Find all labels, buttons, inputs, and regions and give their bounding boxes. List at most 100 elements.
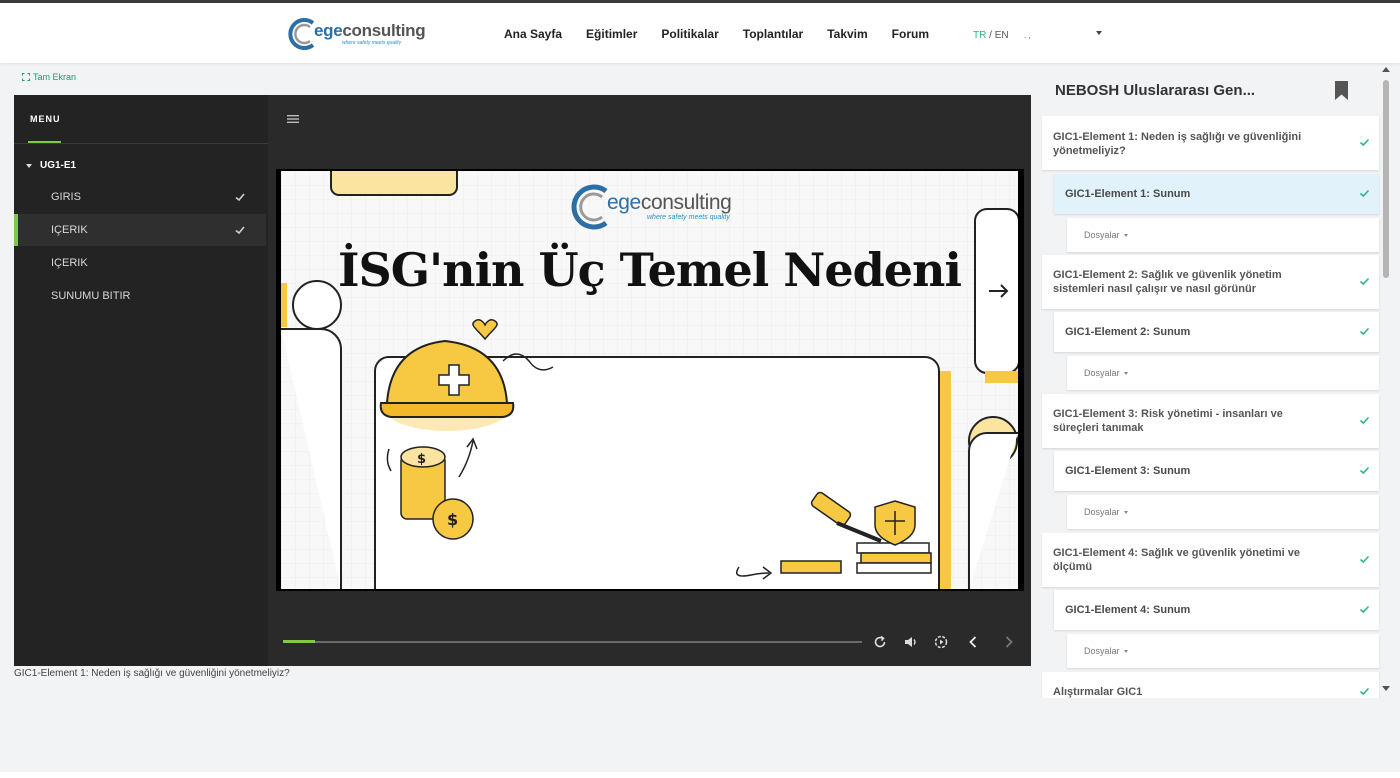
menu-item-giris[interactable]: GIRIS (14, 181, 266, 213)
files-dropdown-4[interactable]: Dosyalar (1067, 634, 1379, 668)
nav-takvim[interactable]: Takvim (827, 27, 867, 41)
speed-icon[interactable] (933, 634, 949, 650)
files-label: Dosyalar (1084, 507, 1120, 517)
lang-separator: / (986, 30, 995, 41)
check-icon (1359, 416, 1370, 425)
lang-tr[interactable]: TR (973, 30, 986, 41)
bookmark-icon[interactable] (1334, 81, 1349, 100)
sunum-label: GIC1-Element 1: Sunum (1065, 188, 1191, 200)
element-title: GIC1-Element 4: Sağlık ve güvenlik yönet… (1053, 547, 1300, 573)
sunum-row-2[interactable]: GIC1-Element 2: Sunum (1054, 312, 1379, 352)
caret-down-icon (1123, 649, 1128, 653)
user-name: . , (1024, 31, 1031, 40)
scrollbar-thumb[interactable] (1383, 80, 1389, 278)
slide-logo-prefix: ege (607, 191, 641, 214)
progress-fill (283, 640, 315, 643)
menu-item-label: GIRIS (51, 191, 81, 203)
fullscreen-link[interactable]: Tam Ekran (22, 72, 76, 82)
logo-tagline: where safety meets quality (342, 40, 402, 46)
lang-en[interactable]: EN (995, 30, 1009, 41)
prev-icon[interactable] (965, 634, 981, 650)
menu-group-label: UG1-E1 (40, 160, 77, 171)
check-icon (235, 226, 245, 235)
caret-down-icon (1123, 233, 1128, 237)
progress-bar[interactable] (283, 640, 862, 643)
element-row-3[interactable]: GIC1-Element 3: Risk yönetimi - insanlar… (1042, 394, 1379, 448)
volume-icon[interactable] (903, 634, 919, 650)
nav-egitimler[interactable]: Eğitimler (586, 27, 637, 41)
nav-ana-sayfa[interactable]: Ana Sayfa (504, 27, 562, 41)
element-title: GIC1-Element 1: Neden iş sağlığı ve güve… (1053, 131, 1302, 157)
course-title: NEBOSH Uluslararası Gen... (1055, 82, 1256, 99)
check-icon (1359, 327, 1370, 336)
files-label: Dosyalar (1084, 230, 1120, 240)
files-dropdown-1[interactable]: Dosyalar (1067, 218, 1379, 252)
sunum-row-1[interactable]: GIC1-Element 1: Sunum (1054, 174, 1379, 214)
scroll-down-icon[interactable] (1382, 686, 1390, 691)
nav-politikalar[interactable]: Politikalar (661, 27, 718, 41)
check-icon (1359, 687, 1370, 696)
svg-text:$: $ (417, 452, 426, 467)
menu-item-icerik-2[interactable]: IÇERIK (14, 247, 266, 279)
language-switcher: TR / EN (973, 30, 1009, 41)
caret-down-icon (1123, 371, 1128, 375)
menu-title[interactable]: MENU (30, 114, 61, 124)
files-dropdown-3[interactable]: Dosyalar (1067, 495, 1379, 529)
check-icon (1359, 277, 1370, 286)
scroll-up-icon[interactable] (1382, 67, 1390, 72)
bottom-strip (0, 772, 1400, 778)
sunum-label: GIC1-Element 2: Sunum (1065, 326, 1191, 338)
check-icon (1359, 189, 1370, 198)
course-player: MENU UG1-E1 GIRIS IÇERIK IÇERIK SUNUMU B… (14, 95, 1031, 666)
fullscreen-label: Tam Ekran (33, 72, 77, 82)
hamburger-icon[interactable] (287, 114, 299, 124)
replay-icon[interactable] (872, 634, 888, 650)
slide-caption: GIC1-Element 1: Neden iş sağlığı ve güve… (14, 668, 290, 679)
player-controls (268, 625, 1031, 655)
slide-title: İSG'nin Üç Temel Nedeni (338, 243, 962, 297)
slide-canvas: $ $ egeconsulting where safety meets qua… (281, 171, 1018, 589)
files-dropdown-2[interactable]: Dosyalar (1067, 356, 1379, 390)
slide-area: $ $ egeconsulting where safety meets qua… (268, 95, 1031, 666)
course-outline-panel: NEBOSH Uluslararası Gen... GIC1-Element … (1041, 64, 1386, 698)
element-title: GIC1-Element 3: Risk yönetimi - insanlar… (1053, 408, 1283, 434)
slide-frame: $ $ egeconsulting where safety meets qua… (276, 169, 1024, 591)
menu-item-label: IÇERIK (51, 224, 88, 236)
element-row-4[interactable]: GIC1-Element 4: Sağlık ve güvenlik yönet… (1042, 533, 1379, 587)
player-menu: MENU UG1-E1 GIRIS IÇERIK IÇERIK SUNUMU B… (14, 95, 268, 666)
site-header: egeconsulting where safety meets quality… (0, 3, 1400, 63)
sunum-label: GIC1-Element 3: Sunum (1065, 465, 1191, 477)
site-logo[interactable]: egeconsulting where safety meets quality (288, 17, 426, 51)
exercises-label: Alıştırmalar GIC1 (1053, 686, 1143, 698)
menu-divider (14, 143, 268, 144)
next-icon[interactable] (1001, 634, 1017, 650)
exercises-row[interactable]: Alıştırmalar GIC1 (1042, 672, 1379, 698)
sunum-row-4[interactable]: GIC1-Element 4: Sunum (1054, 590, 1379, 630)
caret-down-icon (26, 163, 32, 168)
fullscreen-icon (22, 73, 30, 81)
check-icon (1359, 466, 1370, 475)
logo-suffix: consulting (342, 21, 426, 40)
logo-prefix: ege (314, 21, 343, 40)
menu-item-label: SUNUMU BITIR (51, 290, 131, 302)
sunum-label: GIC1-Element 4: Sunum (1065, 604, 1191, 616)
element-row-2[interactable]: GIC1-Element 2: Sağlık ve güvenlik yönet… (1042, 255, 1379, 309)
svg-text:$: $ (447, 510, 458, 529)
user-dropdown[interactable]: . , (1020, 27, 1104, 45)
main-nav: Ana Sayfa Eğitimler Politikalar Toplantı… (504, 27, 953, 41)
nav-toplantilar[interactable]: Toplantılar (743, 27, 803, 41)
menu-item-sunumu-bitir[interactable]: SUNUMU BITIR (14, 280, 266, 312)
slide-logo-tagline: where safety meets quality (647, 214, 730, 221)
slide-illustration: $ $ (281, 171, 1018, 589)
slide-logo-suffix: consulting (640, 191, 732, 214)
chevron-down-icon (1096, 31, 1102, 35)
caret-down-icon (1123, 510, 1128, 514)
menu-group-header[interactable]: UG1-E1 (26, 160, 76, 171)
menu-item-label: IÇERIK (51, 257, 88, 269)
sunum-row-3[interactable]: GIC1-Element 3: Sunum (1054, 451, 1379, 491)
check-icon (235, 193, 245, 202)
files-label: Dosyalar (1084, 368, 1120, 378)
element-row-1[interactable]: GIC1-Element 1: Neden iş sağlığı ve güve… (1042, 116, 1379, 170)
nav-forum[interactable]: Forum (892, 27, 929, 41)
menu-item-icerik-1[interactable]: IÇERIK (14, 214, 266, 246)
